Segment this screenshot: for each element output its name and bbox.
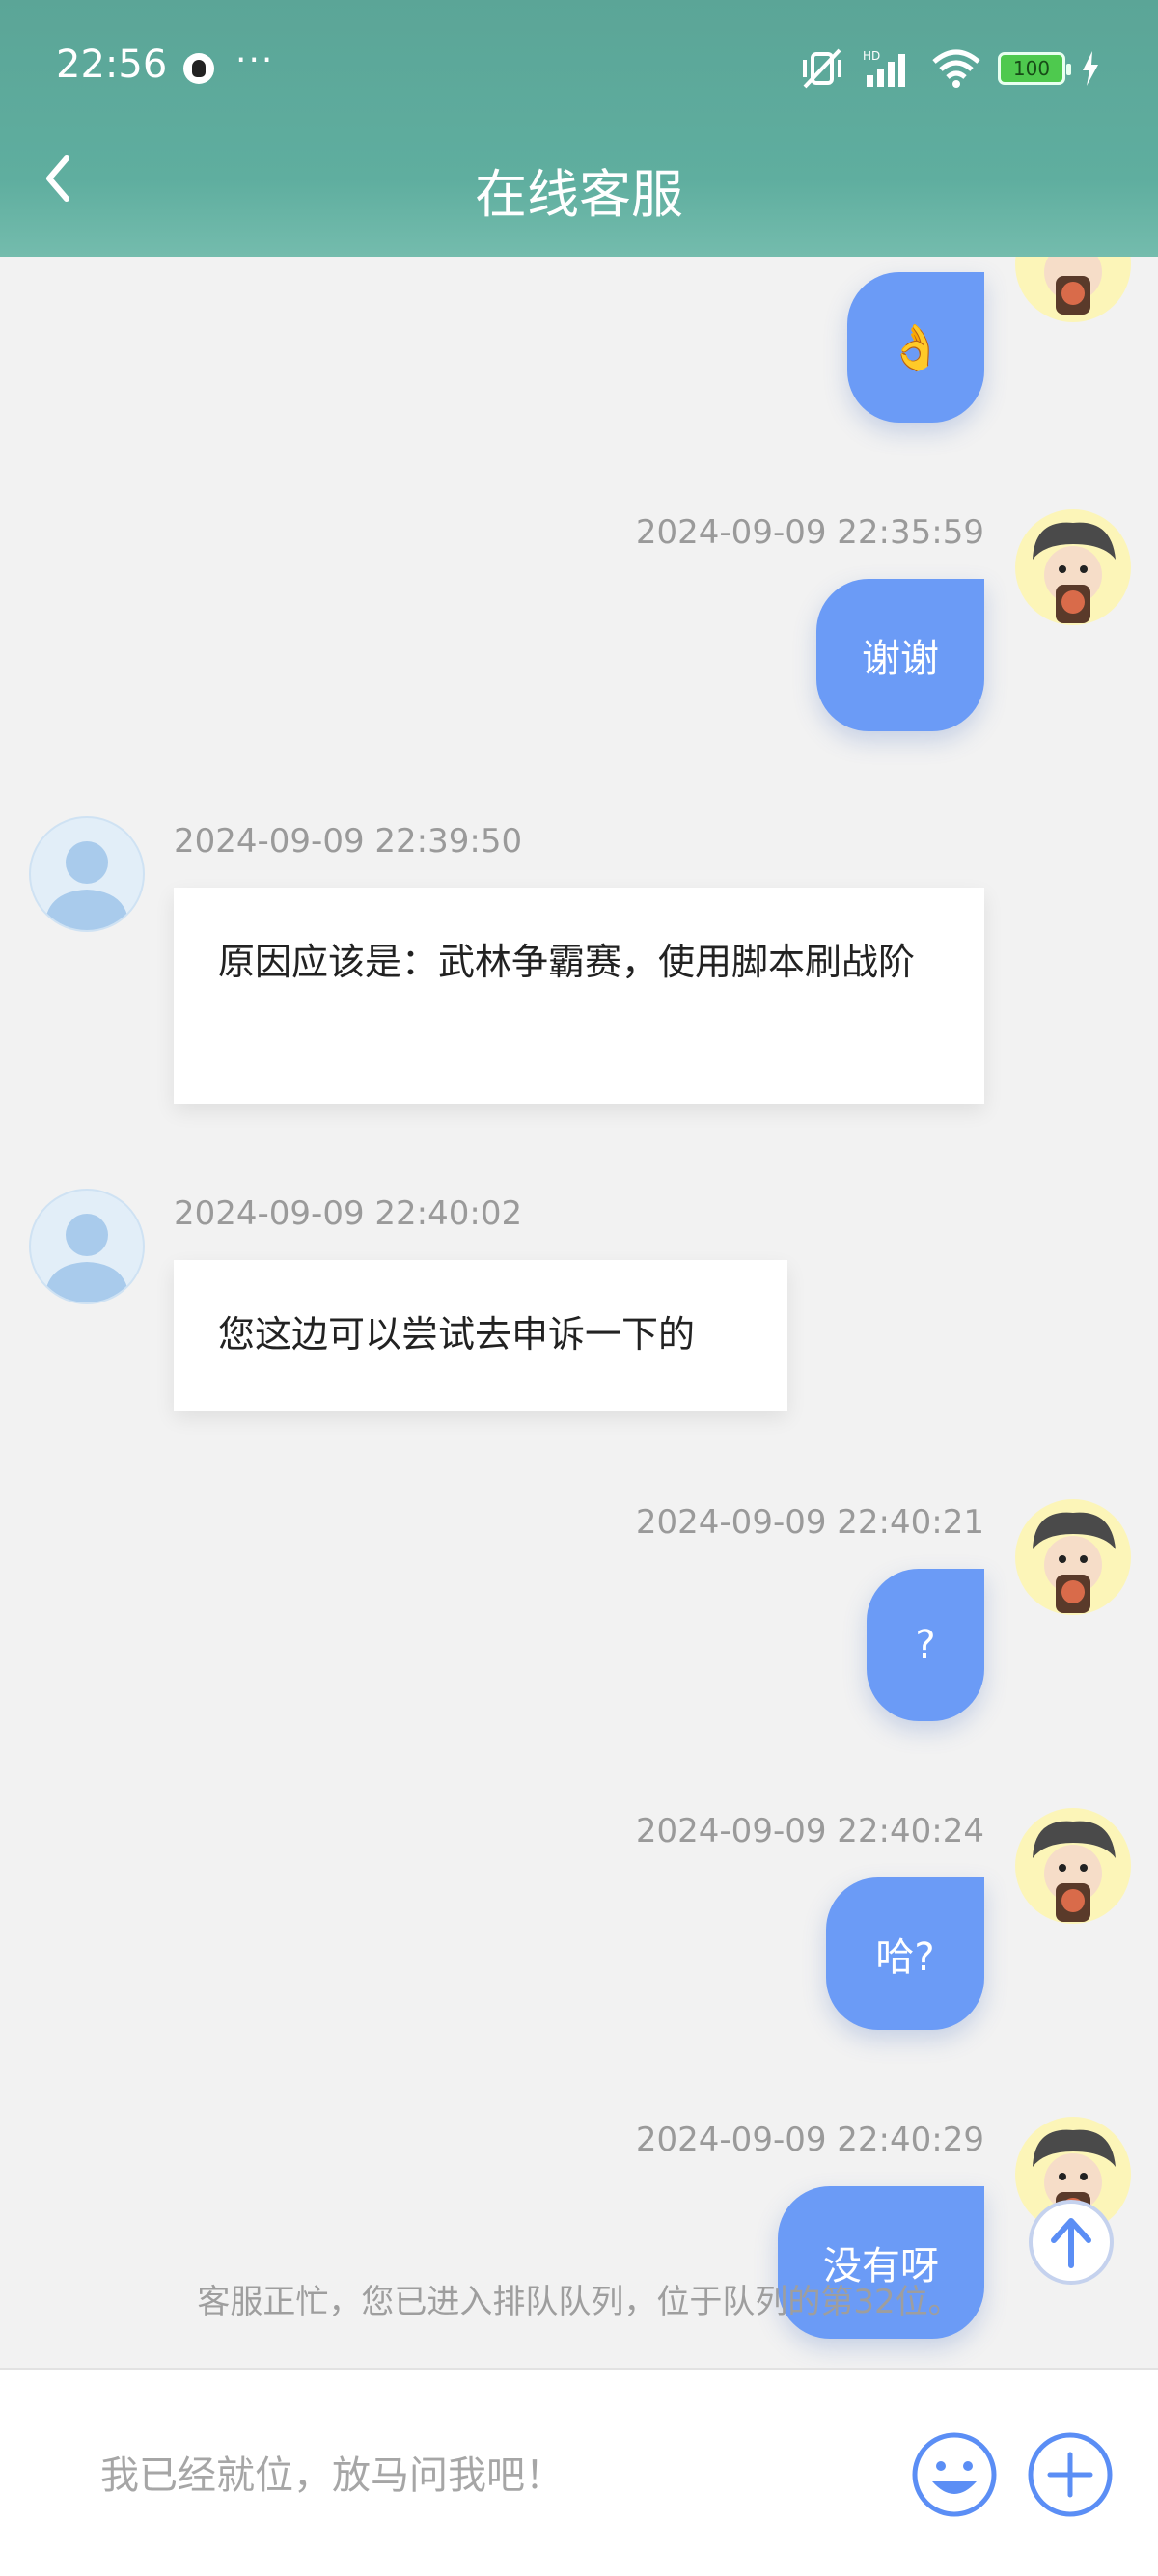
status-bar: 22:56 ··· HD 100 [0,0,1158,111]
status-icons: HD 100 [799,46,1100,91]
qq-notification-icon [183,53,214,84]
message-timestamp: 2024-09-09 22:39:50 [174,822,523,861]
nav-bar: 在线客服 [0,111,1158,257]
status-time: 22:56 [56,42,168,87]
app-header: 22:56 ··· HD 100 在线客服 [0,0,1158,257]
smile-icon [912,2432,997,2517]
arrow-up-icon [1051,2218,1091,2268]
message-input[interactable] [100,2447,872,2505]
message-bubble-user: 哈? [826,1877,984,2030]
emoji-button[interactable] [911,2431,998,2518]
message-text: 谢谢 [862,637,939,681]
message-text: 您这边可以尝试去申诉一下的 [218,1313,696,1356]
page-title: 在线客服 [475,164,683,225]
input-bar [0,2368,1158,2576]
message-timestamp: 2024-09-09 22:40:29 [635,2121,984,2159]
message-timestamp: 2024-09-09 22:40:21 [635,1503,984,1542]
charging-icon [1083,51,1098,86]
message-bubble-agent: 您这边可以尝试去申诉一下的 [174,1260,787,1411]
message-timestamp: 2024-09-09 22:35:59 [635,513,984,552]
agent-avatar [29,1189,145,1304]
svg-text:HD: HD [863,49,880,63]
chat-messages[interactable]: 👌 2024-09-09 22:35:59 谢谢 2024-09-09 22:3… [0,257,1158,2368]
more-options-button[interactable] [1027,2431,1114,2518]
battery-indicator: 100 [998,52,1071,85]
message-bubble-user: ? [867,1569,984,1721]
message-text: ? [915,1623,936,1667]
signal-hd-icon: HD [863,49,905,87]
user-avatar [1015,257,1131,322]
message-timestamp: 2024-09-09 22:40:24 [635,1812,984,1850]
message-text: 哈? [875,1935,935,1980]
message-emoji: 👌 [888,320,944,373]
message-bubble-agent: 原因应该是：武林争霸赛，使用脚本刷战阶 [174,888,984,1104]
scroll-to-top-button[interactable] [1029,2200,1114,2285]
user-avatar [1015,1499,1131,1615]
queue-notice: 客服正忙，您已进入排队队列，位于队列的第32位。 [197,2283,961,2321]
mute-vibrate-icon [803,48,841,89]
wifi-icon [932,49,980,88]
agent-avatar [29,816,145,932]
message-timestamp: 2024-09-09 22:40:02 [174,1194,523,1233]
message-text: 原因应该是：武林争霸赛，使用脚本刷战阶 [218,941,916,983]
more-notifications-icon: ··· [235,41,275,80]
user-avatar [1015,1808,1131,1924]
user-avatar [1015,509,1131,625]
message-bubble-user: 👌 [847,272,984,423]
message-bubble-user: 谢谢 [816,579,984,731]
plus-icon [1028,2432,1113,2517]
